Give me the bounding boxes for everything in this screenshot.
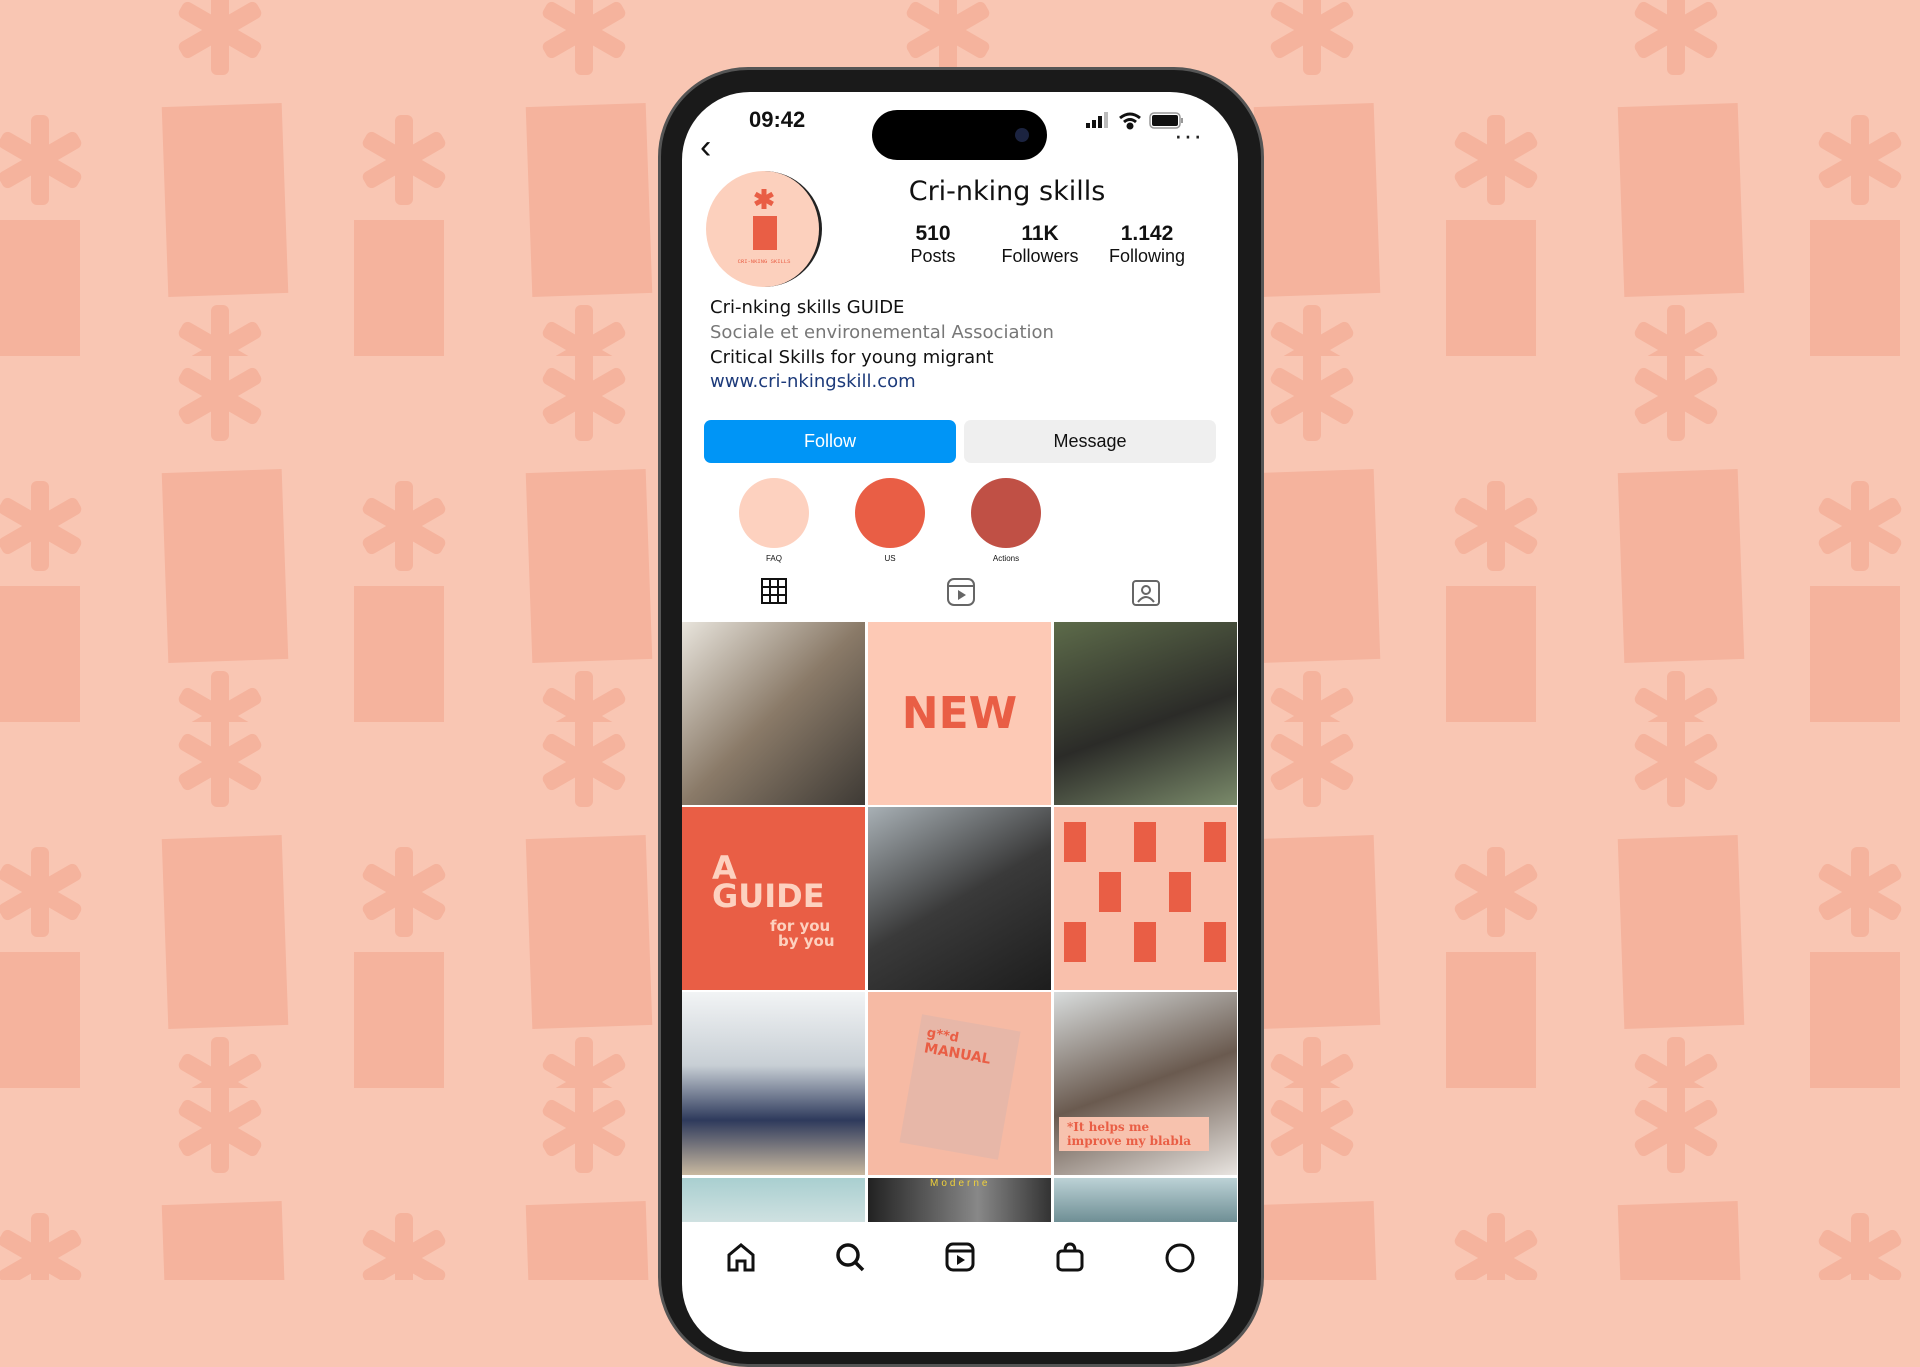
stat-label: Followers: [1001, 246, 1079, 266]
post-photo[interactable]: [682, 1178, 865, 1222]
stat-following[interactable]: 1.142 Following: [1092, 222, 1202, 267]
post-reel[interactable]: [1054, 1178, 1237, 1222]
post-photo[interactable]: [682, 992, 865, 1175]
search-icon[interactable]: [835, 1242, 865, 1272]
dynamic-island: [872, 110, 1047, 160]
post-photo[interactable]: [682, 622, 865, 805]
stat-label: Posts: [910, 246, 956, 266]
stat-value: 510: [915, 222, 951, 245]
logo: CRI-NKING SKILLS: [738, 189, 792, 265]
profile-avatar[interactable]: CRI-NKING SKILLS: [706, 171, 822, 287]
highlight-faq[interactable]: [739, 478, 809, 548]
highlight-actions[interactable]: [971, 478, 1041, 548]
post-reel[interactable]: Moderne: [868, 1178, 1051, 1222]
post-manual[interactable]: g**d MANUAL: [868, 992, 1051, 1175]
highlight-us[interactable]: [855, 478, 925, 548]
post-photo[interactable]: [868, 807, 1051, 990]
post-quote[interactable]: *It helps me improve my blabla: [1054, 992, 1237, 1175]
post-text: by you: [778, 932, 835, 950]
profile-icon[interactable]: [1164, 1242, 1196, 1274]
signal-icon: [1086, 112, 1108, 128]
camera-icon: [1015, 128, 1029, 142]
back-button[interactable]: ‹: [700, 128, 711, 167]
wifi-icon: [1119, 112, 1141, 130]
bio-category: Sociale et environemental Association: [710, 322, 1054, 343]
post-text: improve my blabla: [1067, 1134, 1192, 1148]
post-text: NEW: [901, 688, 1018, 739]
bio-link[interactable]: www.cri-nkingskill.com: [710, 371, 916, 392]
stat-value: 1.142: [1120, 222, 1174, 245]
home-icon[interactable]: [726, 1242, 756, 1272]
post-guide[interactable]: A GUIDE for you by you: [682, 807, 865, 990]
post-text: Moderne: [930, 1178, 991, 1189]
message-button[interactable]: Message: [964, 420, 1216, 463]
pattern-graphic: [1064, 822, 1226, 962]
stat-followers[interactable]: 11K Followers: [985, 222, 1095, 267]
reels-icon[interactable]: [947, 578, 975, 606]
post-new[interactable]: NEW: [868, 622, 1051, 805]
phone-screen: 09:42 ‹ ··· CRI-NKING SKILLS Cri-nking s…: [682, 92, 1238, 1352]
tagged-icon[interactable]: [1132, 578, 1160, 606]
status-time: 09:42: [749, 107, 806, 132]
more-options-button[interactable]: ···: [1174, 120, 1203, 151]
highlight-label: Actions: [992, 554, 1020, 563]
profile-username: Cri-nking skills: [908, 176, 1106, 207]
reels-nav-icon[interactable]: [945, 1242, 975, 1272]
post-pattern[interactable]: [1054, 807, 1237, 990]
grid-icon[interactable]: [761, 578, 787, 604]
post-photo[interactable]: [1054, 622, 1237, 805]
shop-icon[interactable]: [1055, 1242, 1085, 1272]
svg-text:CRI-NKING SKILLS: CRI-NKING SKILLS: [738, 258, 792, 265]
post-text: *It helps me: [1067, 1120, 1150, 1134]
follow-button[interactable]: Follow: [704, 420, 956, 463]
post-text: GUIDE: [712, 877, 825, 915]
bio-description: Critical Skills for young migrant: [710, 347, 994, 368]
highlight-label: US: [884, 554, 896, 563]
bio-name: Cri-nking skills GUIDE: [710, 297, 905, 318]
stat-label: Following: [1108, 246, 1186, 266]
highlight-label: FAQ: [765, 554, 782, 563]
stat-posts[interactable]: 510 Posts: [878, 222, 988, 267]
stat-value: 11K: [1021, 222, 1059, 245]
